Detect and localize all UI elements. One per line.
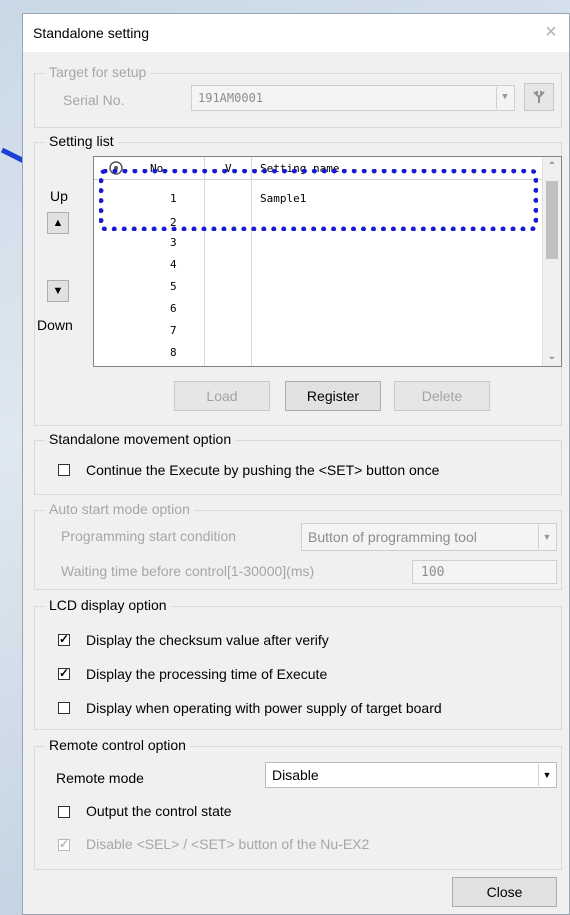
row-no: 6 xyxy=(170,302,177,315)
continue-checkbox[interactable] xyxy=(58,464,70,476)
triangle-down-icon: ▼ xyxy=(52,285,64,297)
table-row[interactable]: 4 xyxy=(94,257,543,272)
table-row[interactable]: 5 xyxy=(94,279,543,294)
condition-label: Programming start condition xyxy=(61,528,237,544)
disable-buttons-checkbox[interactable]: ✓ xyxy=(58,838,70,851)
disable-buttons-label: Disable <SEL> / <SET> button of the Nu-E… xyxy=(86,836,370,852)
remote-mode-label: Remote mode xyxy=(56,770,144,786)
down-label: Down xyxy=(37,317,73,333)
remote-mode-value: Disable xyxy=(272,767,319,783)
move-down-button[interactable]: ▼ xyxy=(47,280,69,302)
movement-legend: Standalone movement option xyxy=(45,431,236,447)
title-bar: Standalone setting × xyxy=(23,14,569,52)
chevron-up-icon[interactable]: ⌃ xyxy=(543,161,561,172)
output-state-label: Output the control state xyxy=(86,803,232,819)
power-supply-label: Display when operating with power supply… xyxy=(86,700,442,716)
table-row[interactable]: 6 xyxy=(94,301,543,316)
serial-label: Serial No. xyxy=(63,92,125,108)
row-no: 5 xyxy=(170,280,177,293)
table-row[interactable]: 8 xyxy=(94,345,543,360)
lcd-legend: LCD display option xyxy=(45,597,171,613)
checksum-checkbox[interactable]: ✓ xyxy=(58,633,70,646)
processing-time-label: Display the processing time of Execute xyxy=(86,666,328,682)
setting-list-legend: Setting list xyxy=(45,133,118,149)
scrollbar-thumb[interactable] xyxy=(546,181,558,259)
table-scrollbar[interactable]: ⌃ ⌄ xyxy=(542,157,561,366)
chevron-down-icon: ▼ xyxy=(538,525,555,549)
delete-button[interactable]: Delete xyxy=(394,381,490,411)
serial-value: 191AM0001 xyxy=(198,91,264,105)
triangle-up-icon: ▲ xyxy=(52,217,64,229)
table-row[interactable]: 7 xyxy=(94,323,543,338)
row-no: 7 xyxy=(170,324,177,337)
close-icon[interactable]: × xyxy=(539,20,563,44)
condition-value: Button of programming tool xyxy=(308,529,477,545)
table-row[interactable]: 3 xyxy=(94,235,543,250)
row-no: 4 xyxy=(170,258,177,271)
device-search-button[interactable] xyxy=(524,83,554,111)
up-label: Up xyxy=(50,188,68,204)
chevron-down-icon: ▼ xyxy=(538,764,555,786)
wait-value: 100 xyxy=(421,565,445,580)
power-supply-checkbox[interactable] xyxy=(58,702,70,714)
remote-mode-select[interactable]: Disable ▼ xyxy=(265,762,557,788)
serial-select[interactable]: 191AM0001 ▼ xyxy=(191,85,515,111)
auto-start-legend: Auto start mode option xyxy=(45,501,194,517)
wait-input[interactable]: 100 xyxy=(412,560,557,584)
wait-label: Waiting time before control[1-30000](ms) xyxy=(61,563,315,579)
condition-select[interactable]: Button of programming tool ▼ xyxy=(301,523,557,551)
continue-label: Continue the Execute by pushing the <SET… xyxy=(86,462,440,478)
chevron-down-icon[interactable]: ⌄ xyxy=(543,351,561,362)
search-device-icon xyxy=(533,91,545,103)
target-legend: Target for setup xyxy=(45,64,151,80)
remote-legend: Remote control option xyxy=(45,737,190,753)
checksum-label: Display the checksum value after verify xyxy=(86,632,329,648)
dialog-title: Standalone setting xyxy=(33,25,149,41)
row-no: 8 xyxy=(170,346,177,359)
chevron-down-icon: ▼ xyxy=(496,87,513,109)
move-up-button[interactable]: ▲ xyxy=(47,212,69,234)
close-button[interactable]: Close xyxy=(452,877,557,907)
processing-time-checkbox[interactable]: ✓ xyxy=(58,667,70,680)
row-highlight-box xyxy=(99,169,538,231)
register-button[interactable]: Register xyxy=(285,381,381,411)
output-state-checkbox[interactable] xyxy=(58,806,70,818)
load-button[interactable]: Load xyxy=(174,381,270,411)
row-no: 3 xyxy=(170,236,177,249)
